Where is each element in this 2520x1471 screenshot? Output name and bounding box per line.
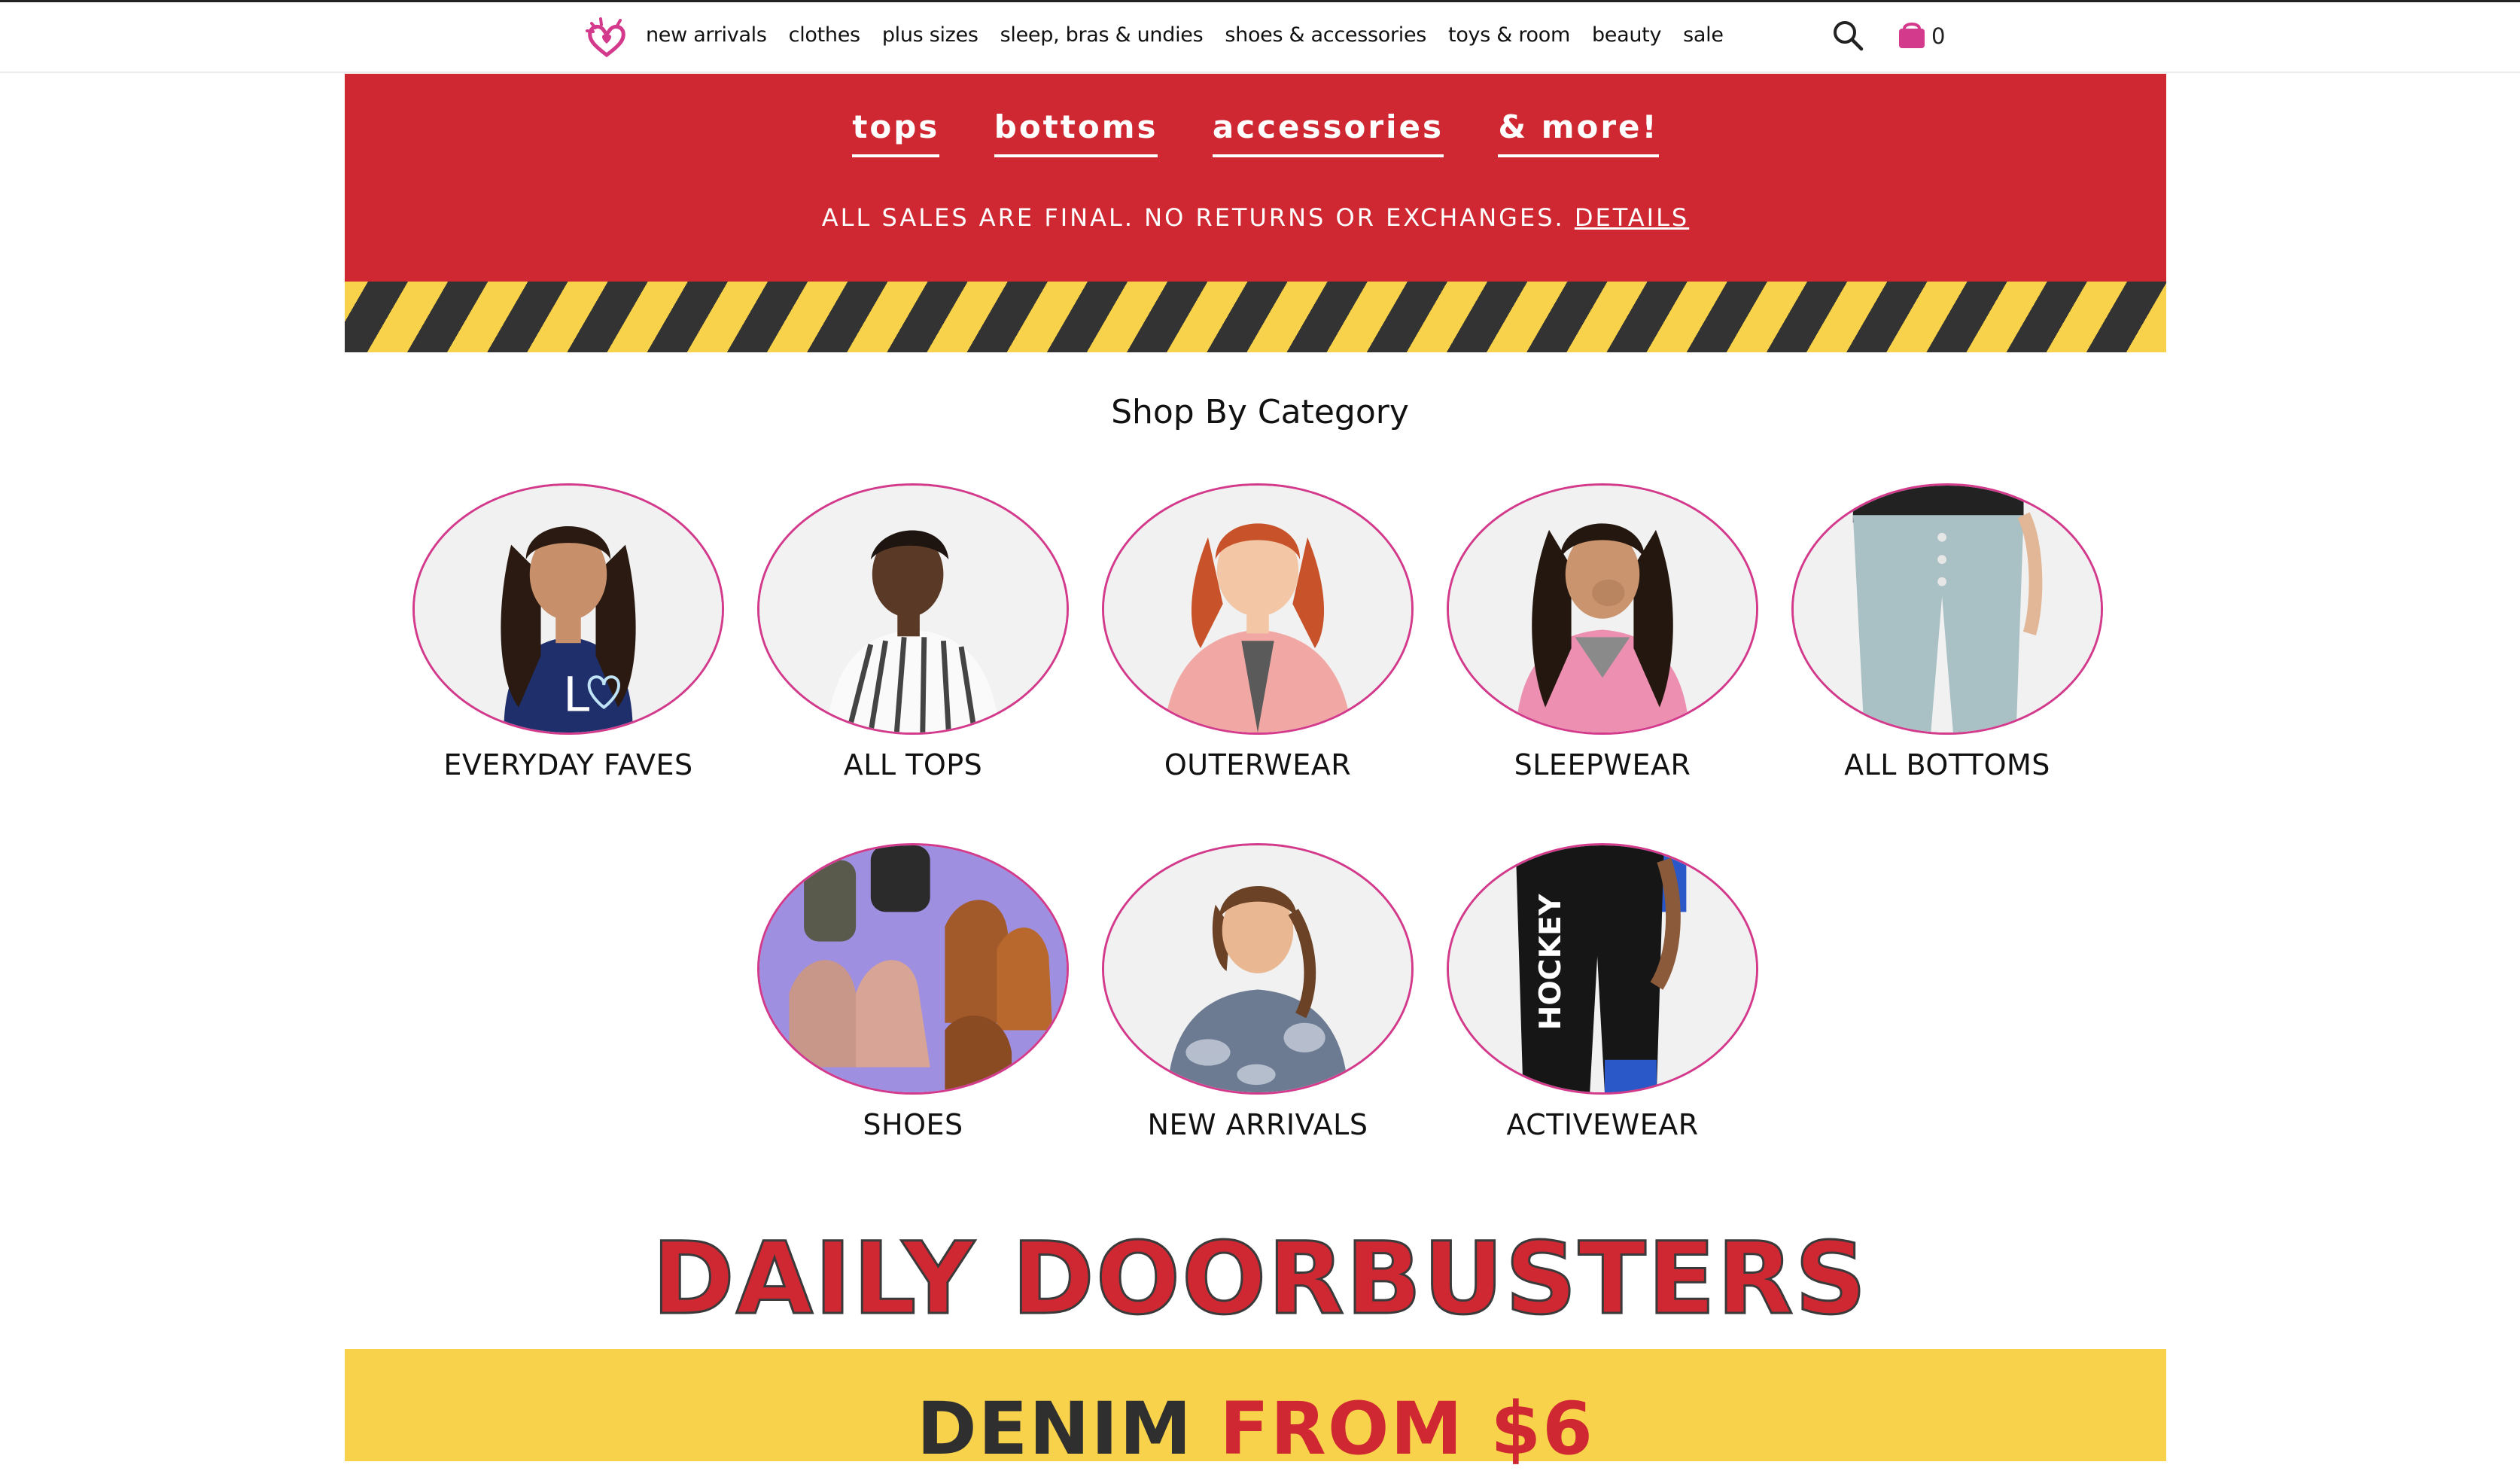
sale-note-text: ALL SALES ARE FINAL. NO RETURNS OR EXCHA… xyxy=(821,203,1565,232)
sale-tab-more[interactable]: & more! xyxy=(1498,108,1659,157)
nav-plus-sizes[interactable]: plus sizes xyxy=(882,23,978,47)
nav-beauty[interactable]: beauty xyxy=(1592,23,1661,47)
category-shoes[interactable]: SHOES xyxy=(757,843,1073,1159)
sale-tab-bottoms[interactable]: bottoms xyxy=(994,108,1158,157)
main-nav: new arrivals clothes plus sizes sleep, b… xyxy=(646,23,1745,47)
nav-sleep-bras-undies[interactable]: sleep, bras & undies xyxy=(1000,23,1204,47)
category-activewear[interactable]: HOCKEY ACTIVEWEAR xyxy=(1447,843,1763,1159)
nav-new-arrivals[interactable]: new arrivals xyxy=(646,23,767,47)
category-label: NEW ARRIVALS xyxy=(1147,1108,1368,1141)
sale-tab-accessories[interactable]: accessories xyxy=(1212,108,1444,157)
search-icon[interactable] xyxy=(1831,19,1864,52)
category-sleepwear[interactable]: SLEEPWEAR xyxy=(1447,483,1763,799)
sale-final-notice: ALL SALES ARE FINAL. NO RETURNS OR EXCHA… xyxy=(345,203,2166,232)
category-outerwear[interactable]: OUTERWEAR xyxy=(1102,483,1418,799)
category-image xyxy=(1102,843,1414,1095)
category-label: EVERYDAY FAVES xyxy=(443,748,693,781)
category-label: ALL BOTTOMS xyxy=(1844,748,2050,781)
category-image xyxy=(757,483,1069,735)
denim-promo-part2: FROM $6 xyxy=(1219,1387,1594,1471)
category-all-bottoms[interactable]: ALL BOTTOMS xyxy=(1791,483,2108,799)
category-everyday-faves[interactable]: L EVERYDAY FAVES xyxy=(412,483,729,799)
category-image xyxy=(1447,483,1758,735)
shopping-bag-icon xyxy=(1895,18,1928,55)
denim-promo-part1: DENIM xyxy=(917,1387,1193,1471)
caution-stripe-divider xyxy=(345,282,2166,352)
daily-doorbusters-heading: DAILY DOORBUSTERS xyxy=(651,1220,1868,1339)
cart-count: 0 xyxy=(1931,23,1946,49)
details-link[interactable]: DETAILS xyxy=(1575,203,1689,232)
category-image xyxy=(1791,483,2103,735)
shop-by-category-heading: Shop By Category xyxy=(1111,393,1409,431)
category-label: SHOES xyxy=(863,1108,963,1141)
category-label: OUTERWEAR xyxy=(1164,748,1352,781)
denim-promo-text: DENIM FROM $6 xyxy=(345,1387,2166,1471)
category-image: L xyxy=(412,483,724,735)
svg-text:L: L xyxy=(563,668,589,723)
sale-tab-tops[interactable]: tops xyxy=(852,108,940,157)
category-all-tops[interactable]: ALL TOPS xyxy=(757,483,1073,799)
sale-category-tabs: tops bottoms accessories & more! xyxy=(345,108,2166,157)
denim-promo-banner[interactable]: DENIM FROM $6 xyxy=(345,1349,2166,1471)
category-new-arrivals[interactable]: NEW ARRIVALS xyxy=(1102,843,1418,1159)
category-label: ALL TOPS xyxy=(843,748,983,781)
brand-heart-logo-icon[interactable] xyxy=(584,16,629,61)
nav-shoes-accessories[interactable]: shoes & accessories xyxy=(1225,23,1426,47)
site-header: new arrivals clothes plus sizes sleep, b… xyxy=(0,2,2520,73)
svg-text:HOCKEY: HOCKEY xyxy=(1533,894,1568,1030)
sale-banner: tops bottoms accessories & more! ALL SAL… xyxy=(345,74,2166,282)
nav-sale[interactable]: sale xyxy=(1683,23,1724,47)
category-image xyxy=(757,843,1069,1095)
cart-button[interactable]: 0 xyxy=(1895,17,1955,55)
category-label: ACTIVEWEAR xyxy=(1506,1108,1699,1141)
nav-toys-room[interactable]: toys & room xyxy=(1448,23,1570,47)
category-image xyxy=(1102,483,1414,735)
category-image: HOCKEY xyxy=(1447,843,1758,1095)
nav-clothes[interactable]: clothes xyxy=(789,23,860,47)
category-label: SLEEPWEAR xyxy=(1514,748,1691,781)
